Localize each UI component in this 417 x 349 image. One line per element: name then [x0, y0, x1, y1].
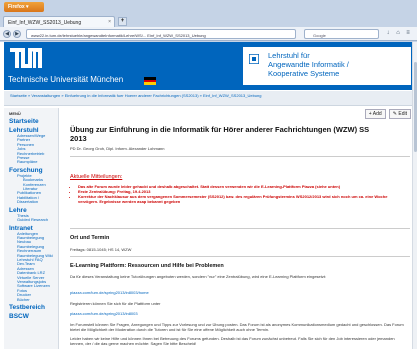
sidebar-item[interactable]: Raumpläne: [9, 160, 53, 165]
register-text: Registrieren können Sie sich für die Pla…: [70, 301, 161, 306]
close-icon[interactable]: ×: [108, 19, 111, 25]
forward-icon[interactable]: ▶: [13, 30, 21, 38]
piazza-home-link[interactable]: piazza.com/tum.de/spring2013/in8003/home: [70, 290, 149, 295]
place-heading: Ort und Termin: [70, 235, 110, 241]
page-actions: + Add ✎ Edit: [363, 109, 411, 119]
divider: [70, 228, 410, 229]
place-text: Freitags: 0815-1045; HS 14, WZW: [70, 247, 132, 252]
news-list: Das alte Forum wurde leider gehackt und …: [78, 184, 403, 204]
web-page: Technische Universität München Lehrstuhl…: [0, 42, 417, 349]
elearning-heading: E-Learning Plattform: Ressourcen und Hil…: [70, 263, 224, 269]
german-flag-icon[interactable]: [144, 77, 156, 85]
menu-label: MENÜ: [9, 111, 21, 116]
download-icon[interactable]: ↓: [384, 30, 392, 38]
back-icon[interactable]: ◀: [3, 30, 11, 38]
menu-icon[interactable]: ≡: [404, 30, 412, 38]
browser-tab[interactable]: Einf_Inf_WZW_SS2013_Uebung ×: [3, 16, 115, 27]
firefox-menu-button[interactable]: Firefox ▾: [4, 2, 44, 12]
sidebar-item[interactable]: Guided Research: [9, 217, 53, 222]
sidebar-section-testbereich[interactable]: Testbereich: [9, 304, 53, 311]
breadcrumb[interactable]: Startseite » Veranstaltungen » Einfuehru…: [4, 91, 415, 106]
forum-text: Im Forumstell können Sie Fragen, Anregun…: [70, 322, 404, 332]
sidebar-menu: MENÜ Startseite Lehrstuhl Adressen/Wege …: [4, 108, 59, 349]
vertical-scrollbar[interactable]: [412, 42, 417, 349]
sidebar-section-startseite[interactable]: Startseite: [9, 118, 53, 125]
search-input[interactable]: Google: [304, 29, 379, 39]
add-button[interactable]: + Add: [364, 109, 386, 119]
chair-logo-icon: [249, 54, 259, 64]
divider: [70, 156, 410, 157]
byline: PD Dr. Georg Groh, Dipl. Inform. Alexand…: [70, 146, 165, 151]
browser-chrome: Firefox ▾ Einf_Inf_WZW_SS2013_Uebung × +…: [0, 0, 417, 44]
main-content: + Add ✎ Edit Übung zur Einführung in die…: [68, 108, 413, 349]
page-title: Übung zur Einführung in die Informatik f…: [70, 125, 370, 143]
sidebar-item[interactable]: Habilitation / Dissertation: [9, 195, 53, 205]
sidebar-section-lehre[interactable]: Lehre: [9, 207, 53, 214]
navigation-bar: ◀ ▶ www22.in.tum.de/lehrstuehle/angewand…: [0, 27, 417, 41]
university-name: Technische Universität München: [8, 75, 124, 84]
site-header: Technische Universität München Lehrstuhl…: [4, 42, 415, 90]
chair-logo-box[interactable]: Lehrstuhl für Angewandte Informatik / Ko…: [242, 46, 412, 86]
edit-button[interactable]: ✎ Edit: [388, 109, 411, 119]
elearning-intro: Da für dieses Veranstaltung keine Tutorü…: [70, 274, 327, 279]
piazza-register-link[interactable]: piazza.com/tum.de/spring2013/in8003: [70, 311, 138, 316]
tum-logo[interactable]: [8, 45, 44, 71]
divider: [70, 256, 410, 257]
tab-title: Einf_Inf_WZW_SS2013_Uebung: [8, 20, 82, 26]
sidebar-item[interactable]: Bücher: [9, 297, 53, 302]
home-icon[interactable]: ⌂: [394, 30, 402, 38]
url-bar[interactable]: www22.in.tum.de/lehrstuehle/angewandteIn…: [26, 29, 296, 39]
news-heading: Aktuelle Mitteilungen:: [70, 174, 123, 180]
news-item: Korrektur der Nachklausur aus dem vergan…: [78, 194, 403, 204]
new-tab-button[interactable]: +: [118, 17, 127, 26]
sidebar-section-bscw[interactable]: BSCW: [9, 313, 53, 320]
chair-name: Lehrstuhl für Angewandte Informatik / Ko…: [268, 51, 349, 78]
last-text: Leider haben wir keine Hilfe und können …: [70, 336, 395, 346]
